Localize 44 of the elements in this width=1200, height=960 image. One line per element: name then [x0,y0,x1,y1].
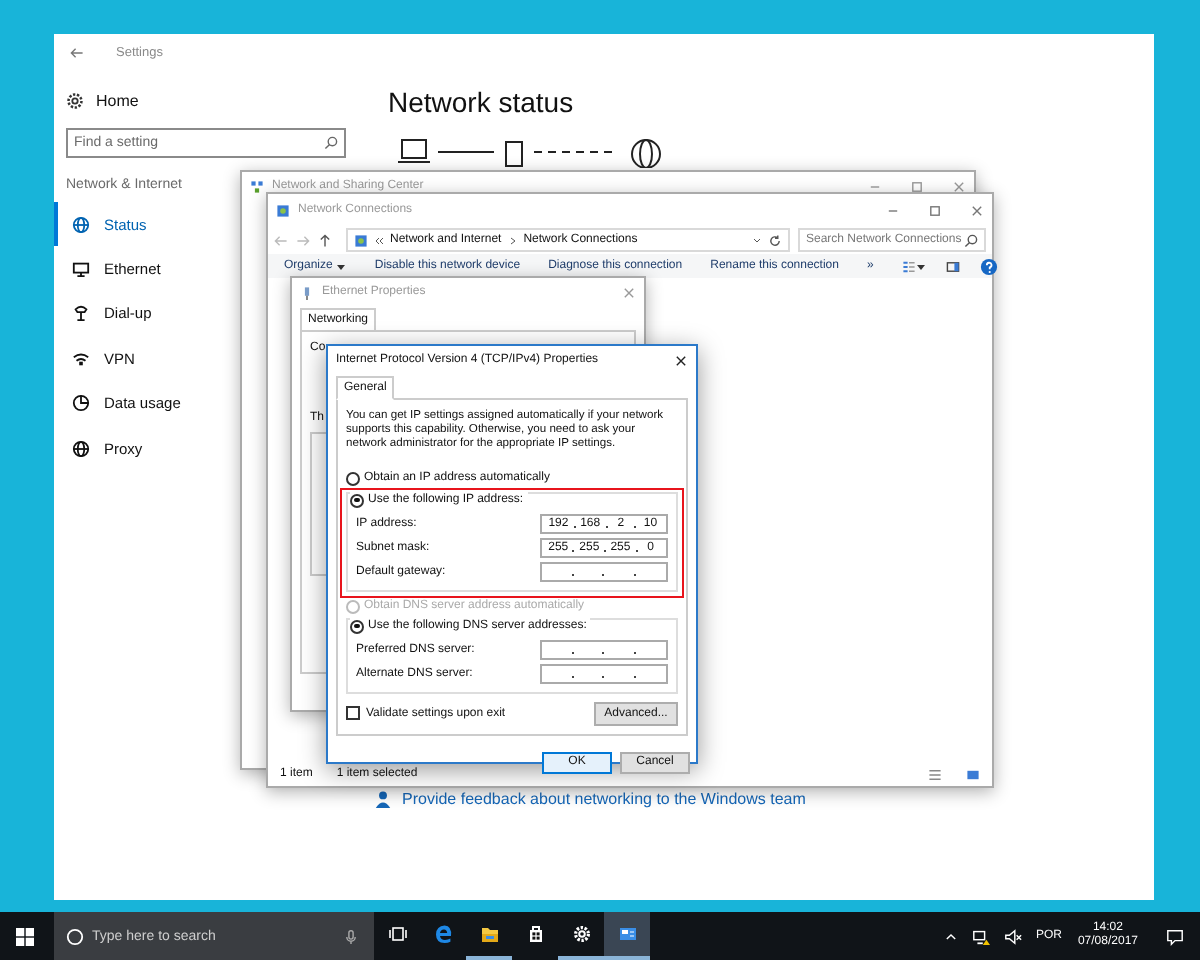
caret-icon[interactable] [915,261,926,271]
help-icon[interactable] [979,257,998,275]
globe-icon [72,439,90,458]
input-field[interactable] [540,561,668,582]
tiles-view-icon[interactable] [966,767,980,781]
page-heading: Network status [388,86,576,118]
task-view-icon [387,924,407,944]
search-icon [324,136,338,150]
circle-icon [66,927,84,945]
gear-icon [571,924,591,944]
back-arrow-icon[interactable] [70,45,84,59]
search-icon [964,233,978,247]
notification-icon[interactable] [1166,927,1184,945]
network-icon [354,233,368,247]
chevron-icon [374,235,384,245]
globe-icon [72,215,90,234]
app-button[interactable] [604,912,650,960]
home-link[interactable]: Home [66,88,376,112]
input-field[interactable] [540,663,668,684]
network-icon [276,203,290,217]
caret-icon[interactable] [336,261,347,271]
pie-icon [72,394,90,413]
network-icon[interactable] [971,927,990,945]
chevron-up-icon[interactable] [943,929,958,943]
windows-logo-icon[interactable] [16,927,34,945]
input-field[interactable] [540,639,668,660]
folder-icon [479,924,499,944]
preview-pane-icon[interactable] [945,259,960,273]
shopping-bag-icon [525,924,545,944]
person-icon [374,790,392,808]
details-view-icon[interactable] [928,767,942,781]
up-arrow-icon[interactable] [318,233,332,247]
monitor-icon [72,260,90,279]
microphone-icon[interactable] [344,929,358,943]
browser-icon [433,924,453,944]
refresh-icon[interactable] [768,233,782,247]
muted-speaker-icon[interactable] [1003,927,1022,945]
network-window-icon [617,924,637,944]
close-icon[interactable] [674,353,688,367]
gear-icon [66,91,84,109]
feedback-link[interactable]: Provide feedback about networking to the Windows team [402,790,806,808]
view-options-icon[interactable] [901,259,916,273]
chevron-icon [507,235,518,245]
network-icon [250,179,264,193]
